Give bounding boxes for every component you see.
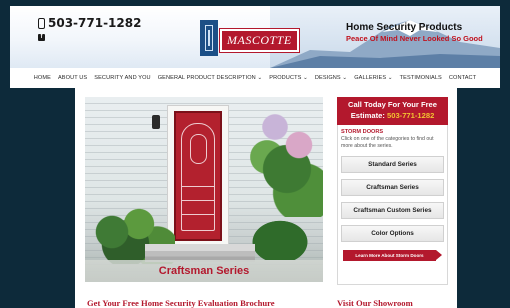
- nav-products[interactable]: PRODUCTS ⌄: [269, 75, 308, 81]
- color-options-button[interactable]: Color Options: [341, 225, 444, 242]
- learn-more-storm-doors-button[interactable]: Learn More About Storm Doors: [343, 250, 442, 261]
- hero-slider[interactable]: Craftsman Series: [85, 97, 323, 282]
- main-nav: HOME ABOUT US SECURITY AND YOU GENERAL P…: [10, 68, 500, 88]
- craftsman-custom-series-button[interactable]: Craftsman Custom Series: [341, 202, 444, 219]
- call-heading: Call Today For Your Free: [347, 100, 438, 109]
- tagline-subtitle: Peace Of Mind Never Looked So Good: [346, 34, 483, 43]
- phone-icon: [38, 17, 45, 29]
- nav-security-and-you[interactable]: SECURITY AND YOU: [94, 75, 150, 81]
- nav-home[interactable]: HOME: [34, 75, 51, 81]
- call-phone-number[interactable]: 503-771-1282: [387, 111, 434, 120]
- call-today-box[interactable]: Call Today For Your Free Estimate: 503-7…: [337, 97, 448, 125]
- site-logo[interactable]: MASCOTTE: [200, 20, 300, 56]
- brochure-heading[interactable]: Get Your Free Home Security Evaluation B…: [87, 298, 275, 308]
- header-phone-number[interactable]: 503-771-1282: [48, 16, 141, 30]
- door-grille-image: [181, 123, 215, 231]
- nav-about-us[interactable]: ABOUT US: [58, 75, 87, 81]
- nav-contact[interactable]: CONTACT: [449, 75, 476, 81]
- nav-testimonials[interactable]: TESTIMONIALS: [400, 75, 442, 81]
- call-estimate-label: Estimate:: [350, 111, 387, 120]
- storm-door-image: [174, 111, 222, 241]
- craftsman-series-button[interactable]: Craftsman Series: [341, 179, 444, 196]
- site-header: 503-771-1282 f MASCOTTE Home Security Pr…: [10, 6, 500, 68]
- logo-wordmark: MASCOTTE: [219, 28, 300, 53]
- flowering-plant-image: [243, 97, 323, 217]
- porch-lamp-image: [152, 115, 160, 129]
- call-estimate-line: Estimate: 503-771-1282: [339, 110, 446, 121]
- door-logo-icon: [200, 20, 218, 56]
- nav-general-product-description[interactable]: GENERAL PRODUCT DESCRIPTION ⌄: [158, 75, 263, 81]
- nav-designs[interactable]: DESIGNS ⌄: [315, 75, 347, 81]
- page: 503-771-1282 f MASCOTTE Home Security Pr…: [0, 0, 510, 308]
- facebook-icon[interactable]: f: [38, 34, 45, 41]
- bush-image: [245, 215, 315, 260]
- storm-doors-panel: STORM DOORS Click on one of the categori…: [337, 125, 448, 285]
- main-content: Craftsman Series Call Today For Your Fre…: [75, 88, 457, 308]
- nav-galleries[interactable]: GALLERIES ⌄: [354, 75, 392, 81]
- storm-doors-description: Click on one of the categories to find o…: [341, 136, 434, 149]
- storm-doors-heading: STORM DOORS: [341, 129, 384, 135]
- header-phone[interactable]: 503-771-1282: [38, 16, 141, 30]
- standard-series-button[interactable]: Standard Series: [341, 156, 444, 173]
- hero-caption-bar: Craftsman Series: [85, 260, 323, 282]
- tagline-title: Home Security Products: [346, 22, 463, 33]
- showroom-heading[interactable]: Visit Our Showroom: [337, 298, 413, 308]
- sidebar: Call Today For Your Free Estimate: 503-7…: [337, 97, 448, 285]
- hero-caption-text: Craftsman Series: [158, 265, 250, 277]
